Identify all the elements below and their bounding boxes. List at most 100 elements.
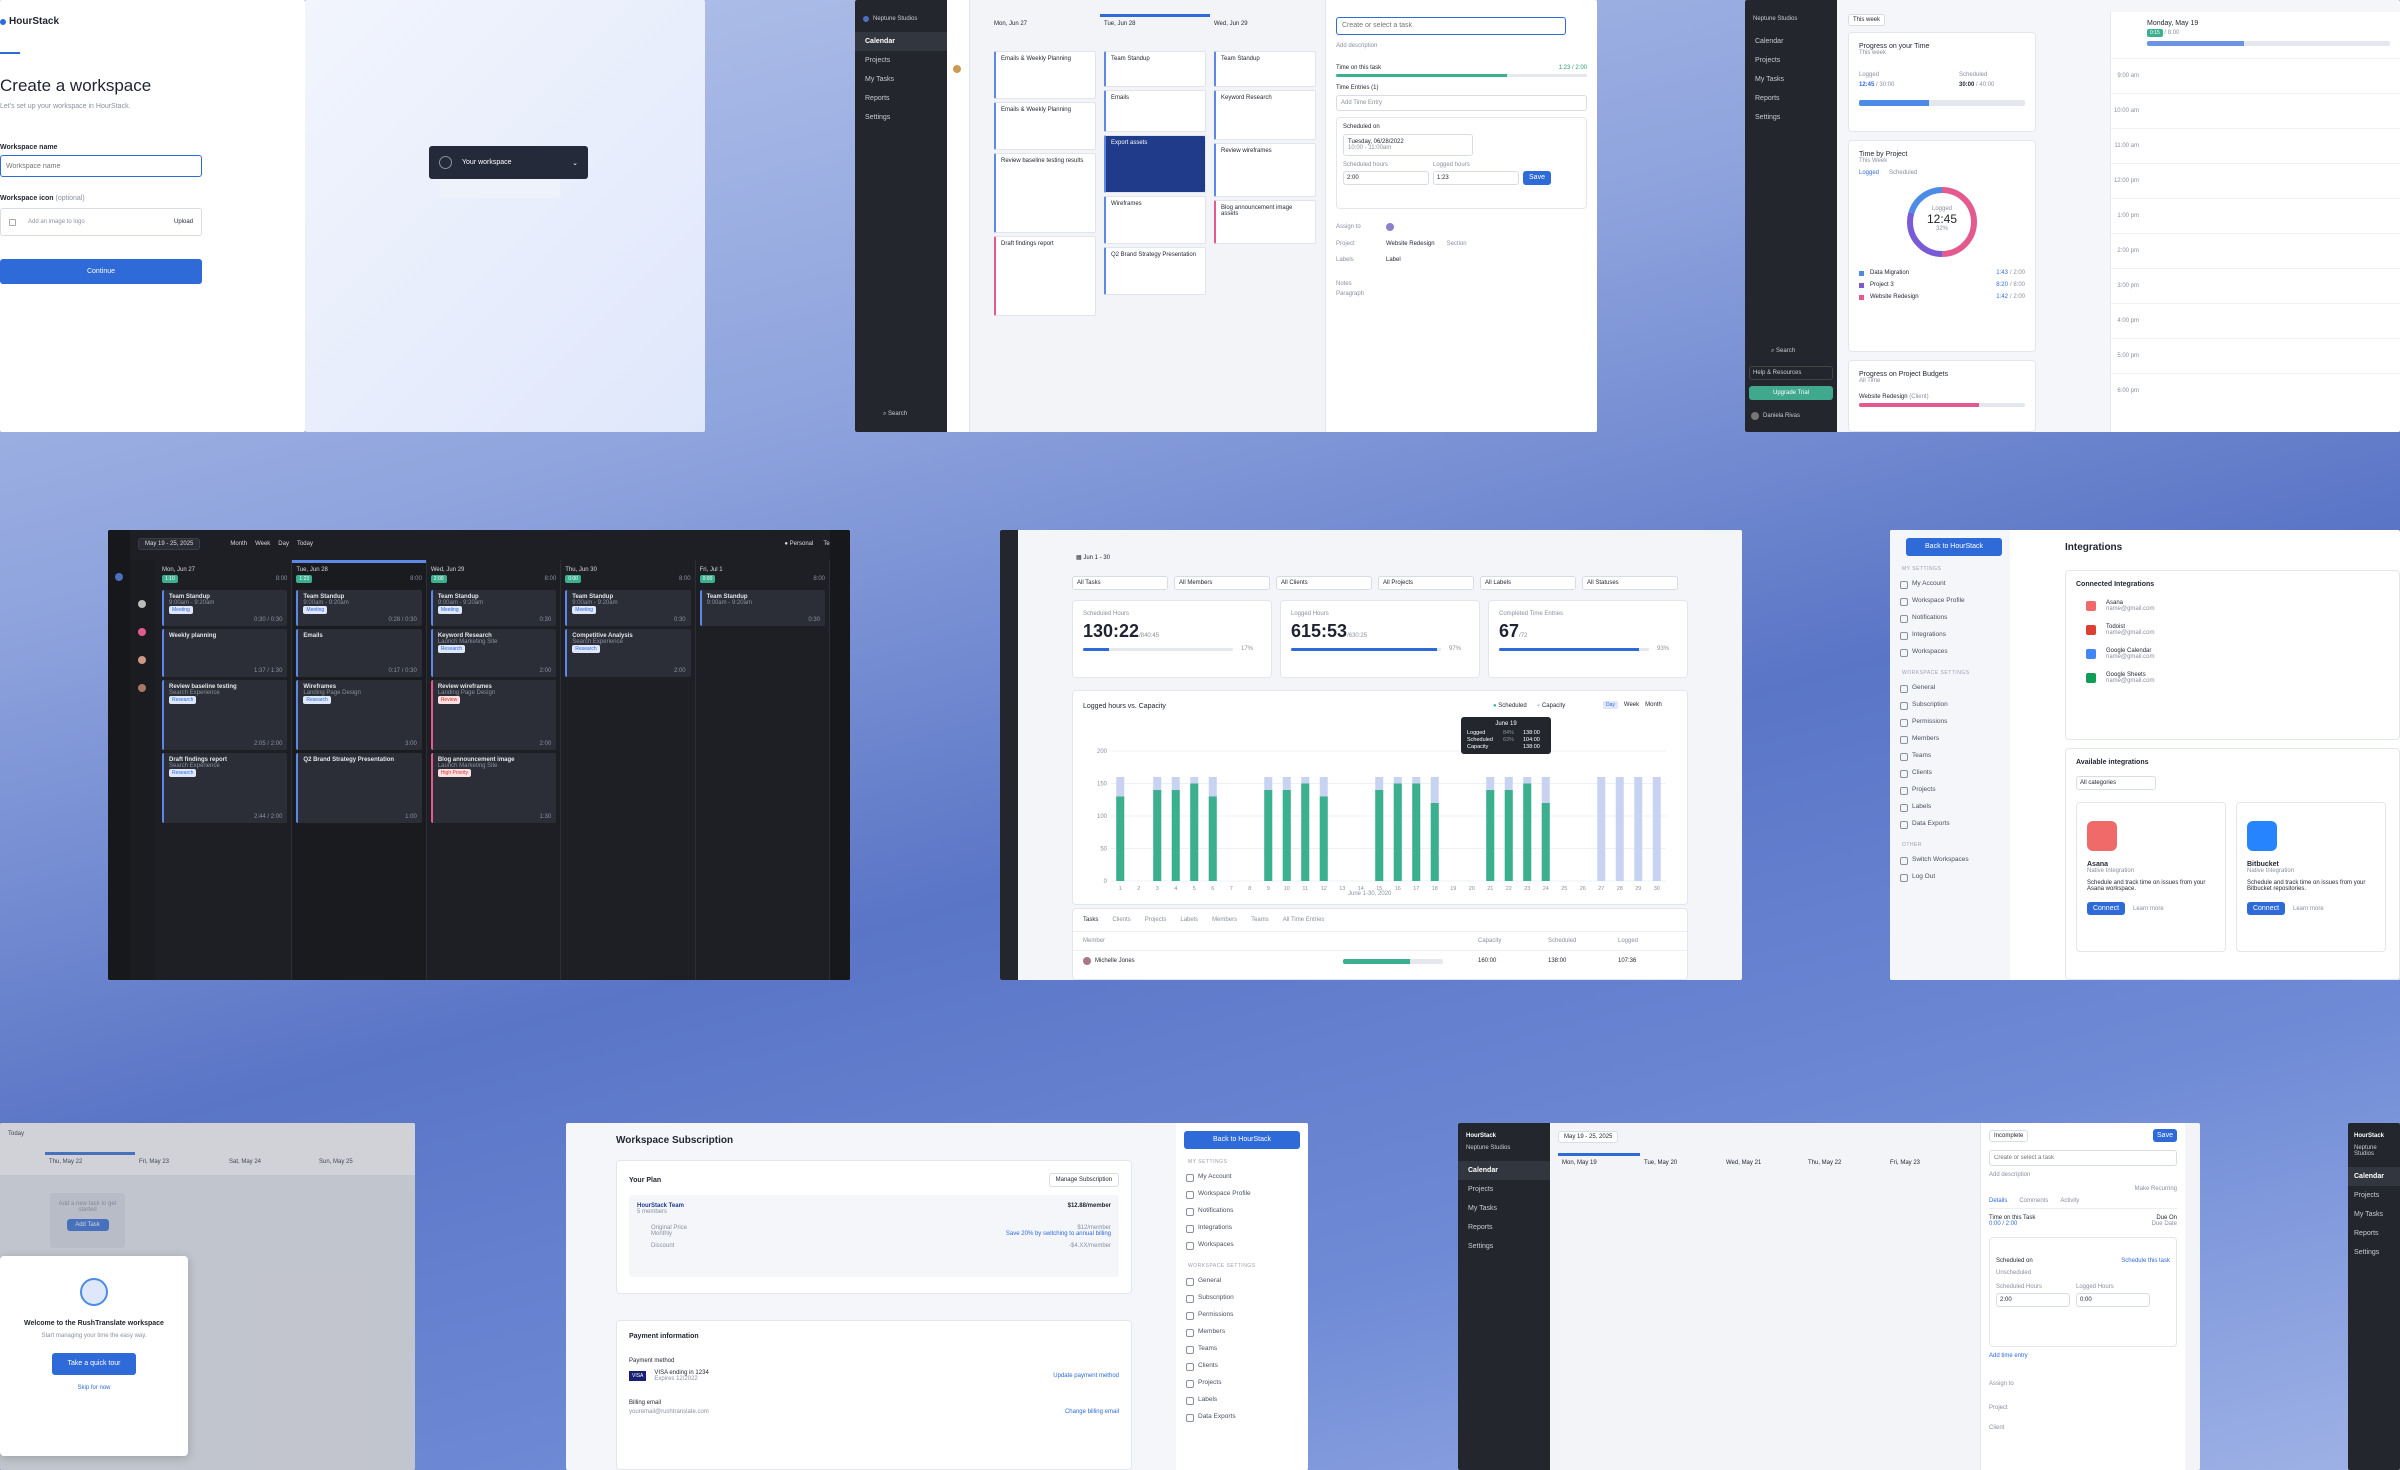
scheduled-bar[interactable] (1430, 803, 1439, 881)
filter-select[interactable]: All Tasks (1072, 576, 1168, 590)
settings-nav-item[interactable]: Clients (1184, 1357, 1300, 1374)
filter-select[interactable]: All Members (1174, 576, 1270, 590)
icon-upload-field[interactable]: Add an image to logo Upload (0, 208, 202, 236)
add-time-entry-button[interactable]: Add time entry (1989, 1353, 2177, 1359)
settings-nav-item[interactable]: Workspaces (1898, 643, 2002, 660)
settings-nav-item[interactable]: Integrations (1184, 1219, 1300, 1236)
settings-nav-item[interactable]: Projects (1184, 1374, 1300, 1391)
save-button[interactable]: Save (2153, 1129, 2177, 1142)
capacity-bar[interactable] (1634, 777, 1643, 881)
workspace-name-input[interactable] (0, 155, 202, 177)
scheduled-bar[interactable] (1190, 783, 1199, 882)
settings-nav-item[interactable]: Members (1184, 1323, 1300, 1340)
save-button[interactable]: Save (1523, 170, 1551, 185)
filter-select[interactable]: All Labels (1480, 576, 1576, 590)
report-tab[interactable]: Projects (1145, 917, 1167, 923)
nav-my-tasks[interactable]: My Tasks (855, 70, 947, 89)
description-field[interactable]: Add description (1336, 43, 1587, 49)
task-card[interactable]: Review wireframes (1214, 143, 1316, 197)
nav-projects[interactable]: Projects (855, 51, 947, 70)
back-button[interactable]: Back to HourStack (1184, 1131, 1300, 1149)
date-picker[interactable]: Tuesday, 06/28/2022 10:00 - 11:00am (1343, 133, 1473, 156)
view-week[interactable]: Week (255, 541, 270, 547)
connected-integration[interactable]: Asana name@gmail.com (2076, 600, 2389, 612)
capacity-bar[interactable] (1597, 777, 1606, 881)
task-card[interactable]: Review wireframes Landing Page Design Revi… (430, 680, 557, 750)
nav-my-tasks[interactable]: My Tasks (1458, 1199, 1550, 1218)
task-select-input[interactable] (1336, 16, 1566, 35)
scheduled-bar[interactable] (1375, 790, 1384, 881)
settings-nav-item[interactable]: Clients (1898, 764, 2002, 781)
task-select-input[interactable] (1989, 1150, 2177, 1166)
task-card[interactable]: Weekly planning 1:37 / 1:30 (162, 629, 288, 677)
workspace-switcher[interactable]: Neptune Studios (2348, 1141, 2400, 1167)
report-tab[interactable]: All Time Entries (1283, 917, 1325, 923)
date-range-picker[interactable]: May 19 - 25, 2025 (1558, 1131, 1619, 1143)
connect-button[interactable]: Connect (2087, 902, 2125, 915)
nav-calendar[interactable]: Calendar (1458, 1161, 1550, 1180)
scheduled-bar[interactable] (1541, 803, 1550, 881)
settings-nav-item[interactable]: Notifications (1184, 1202, 1300, 1219)
scheduled-bar[interactable] (1319, 796, 1328, 882)
task-card[interactable]: Draft findings report (994, 236, 1096, 316)
hour-row[interactable]: 12:00 pm (2111, 163, 2400, 198)
hour-row[interactable]: 2:00 pm (2111, 233, 2400, 268)
settings-nav-item[interactable]: Workspaces (1184, 1236, 1300, 1253)
scheduled-bar[interactable] (1171, 790, 1180, 881)
settings-nav-item[interactable]: General (1184, 1272, 1300, 1289)
settings-nav-item[interactable]: Teams (1184, 1340, 1300, 1357)
nav-projects[interactable]: Projects (1458, 1180, 1550, 1199)
range-select[interactable]: This week (1848, 14, 1886, 26)
task-card[interactable]: Emails (1104, 90, 1206, 132)
task-card[interactable]: Team Standup 9:00am - 9:20am 0:30 (699, 590, 826, 626)
hour-row[interactable]: 11:00 am (2111, 128, 2400, 163)
user-menu[interactable]: Daniela Rivas (1751, 412, 1800, 420)
filter-select[interactable]: All Projects (1378, 576, 1474, 590)
logged-hours-input[interactable]: 0:00 (2076, 1293, 2150, 1307)
task-card[interactable]: Wireframes Landing Page Design Research 3:0… (296, 680, 422, 750)
connected-integration[interactable]: Google Calendar name@gmail.com (2076, 648, 2389, 660)
help-button[interactable]: Help & Resources (1749, 366, 1833, 380)
avatar[interactable] (115, 568, 123, 586)
task-card-selected[interactable]: Export assets (1104, 135, 1206, 193)
task-card[interactable]: Review baseline testing Search Experience… (162, 680, 288, 750)
settings-nav-item[interactable]: Teams (1898, 747, 2002, 764)
upgrade-button[interactable]: Upgrade Trial (1749, 386, 1833, 400)
recurring-toggle[interactable]: Make Recurring (1989, 1186, 2177, 1192)
settings-nav-item[interactable]: My Account (1184, 1168, 1300, 1185)
nav-calendar[interactable]: Calendar (1745, 32, 1837, 51)
task-card[interactable]: Q2 Brand Strategy Presentation (1104, 247, 1206, 295)
nav-reports[interactable]: Reports (1458, 1218, 1550, 1237)
settings-nav-item[interactable]: Permissions (1184, 1306, 1300, 1323)
report-tab[interactable]: Labels (1180, 917, 1198, 923)
nav-projects[interactable]: Projects (2348, 1186, 2400, 1205)
settings-nav-item[interactable]: Permissions (1898, 713, 2002, 730)
report-tab[interactable]: Clients (1112, 917, 1130, 923)
scheduled-bar[interactable] (1264, 790, 1273, 881)
settings-nav-item[interactable]: Workspace Profile (1184, 1185, 1300, 1202)
scheduled-bar[interactable] (1486, 790, 1495, 881)
task-card[interactable]: Emails 0:17 / 0:30 (296, 629, 422, 677)
scheduled-bar[interactable] (1116, 796, 1125, 882)
view-month[interactable]: Month (230, 541, 247, 547)
task-card[interactable]: Team Standup 9:00am - 9:20am Meeting 0:30 (430, 590, 557, 626)
settings-nav-item[interactable]: Subscription (1184, 1289, 1300, 1306)
learn-more-link[interactable]: Learn more (2293, 906, 2324, 912)
connect-button[interactable]: Connect (2247, 902, 2285, 915)
nav-reports[interactable]: Reports (2348, 1224, 2400, 1243)
settings-nav-item[interactable]: Switch Workspaces (1898, 851, 2002, 868)
report-tab[interactable]: Teams (1251, 917, 1269, 923)
schedule-link[interactable]: Schedule this task (2121, 1258, 2170, 1264)
nav-reports[interactable]: Reports (855, 89, 947, 108)
assign-row[interactable]: Assign to (1336, 222, 1587, 231)
settings-nav-item[interactable]: Integrations (1898, 626, 2002, 643)
settings-nav-item[interactable]: Notifications (1898, 609, 2002, 626)
hour-row[interactable]: 10:00 am (2111, 93, 2400, 128)
hour-row[interactable]: 5:00 pm (2111, 338, 2400, 373)
scheduled-bar[interactable] (1153, 790, 1162, 881)
view-day[interactable]: Day (278, 541, 289, 547)
settings-nav-item[interactable]: Data Exports (1898, 815, 2002, 832)
task-card[interactable]: Draft findings report Search Experience Re… (162, 753, 288, 823)
learn-more-link[interactable]: Learn more (2133, 906, 2164, 912)
scheduled-bar[interactable] (1412, 783, 1421, 882)
